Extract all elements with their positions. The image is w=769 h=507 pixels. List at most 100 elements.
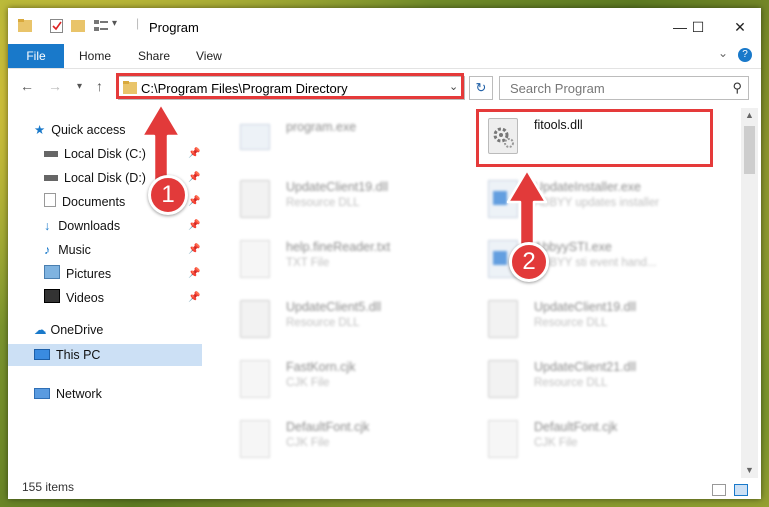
- chevron-down-icon[interactable]: ▾: [112, 18, 117, 29]
- file-item[interactable]: UpdateClient21.dll Resource DLL: [466, 352, 696, 402]
- forward-icon[interactable]: →: [48, 78, 62, 94]
- step-badge-1: 1: [148, 175, 188, 215]
- star-icon: ★: [34, 123, 46, 137]
- address-highlight-box: [116, 73, 464, 99]
- file-type: Resource DLL: [286, 317, 360, 329]
- file-name: UpdateClient19.dll: [286, 180, 389, 194]
- nav-local-disk-d[interactable]: Local Disk (D:): [44, 167, 146, 189]
- nav-pictures[interactable]: Pictures: [44, 263, 111, 285]
- file-name: program.exe: [286, 120, 357, 134]
- pin-icon[interactable]: 📌: [188, 172, 200, 183]
- file-type: Resource DLL: [534, 317, 608, 329]
- nav-documents[interactable]: Documents: [44, 191, 125, 213]
- file-icon: [240, 360, 270, 398]
- explorer-window: ▾ | Program — ☐ ✕ File Home Share View ⌄…: [8, 8, 761, 499]
- nav-local-disk-c[interactable]: Local Disk (C:): [44, 143, 146, 165]
- maximize-button[interactable]: ☐: [678, 14, 718, 40]
- file-item[interactable]: UpdateInstaller.exe ABBYY updates instal…: [466, 172, 696, 222]
- item-count: 155 items: [22, 480, 75, 494]
- back-icon[interactable]: ←: [20, 78, 34, 94]
- pin-icon[interactable]: 📌: [188, 268, 200, 279]
- nav-quick-access[interactable]: ★ Quick access: [34, 119, 126, 141]
- tab-file[interactable]: File: [8, 44, 64, 68]
- file-item[interactable]: UpdateClient5.dll Resource DLL: [218, 292, 448, 342]
- large-icons-view-icon[interactable]: [734, 484, 748, 496]
- file-name: FastKorn.cjk: [286, 360, 356, 374]
- file-item[interactable]: help.fineReader.txt TXT File: [218, 232, 448, 282]
- download-icon: ↓: [44, 219, 51, 233]
- pin-icon[interactable]: 📌: [188, 292, 200, 303]
- file-type: ABBYY updates installer: [534, 197, 660, 209]
- file-highlight-box: [476, 109, 713, 167]
- network-icon: [34, 388, 50, 399]
- file-item[interactable]: FastKorn.cjk CJK File: [218, 352, 448, 402]
- search-input[interactable]: Search Program ⚲: [499, 76, 749, 100]
- file-name: help.fineReader.txt: [286, 240, 391, 254]
- nav-label: This PC: [56, 348, 101, 362]
- status-bar: 155 items: [8, 478, 761, 499]
- up-icon[interactable]: ↑: [96, 78, 103, 94]
- title-separator: |: [136, 16, 140, 30]
- pin-icon[interactable]: 📌: [188, 244, 200, 255]
- new-folder-icon[interactable]: [71, 19, 85, 33]
- scroll-down-icon[interactable]: ▼: [745, 465, 754, 475]
- file-item[interactable]: program.exe: [218, 112, 448, 162]
- scroll-up-icon[interactable]: ▲: [745, 110, 754, 120]
- refresh-icon: ↻: [475, 80, 487, 95]
- nav-label: Quick access: [51, 123, 126, 137]
- details-view-icon[interactable]: [712, 484, 726, 496]
- file-icon: [488, 420, 518, 458]
- file-item[interactable]: DefaultFont.cjk CJK File: [466, 412, 696, 462]
- nav-this-pc[interactable]: This PC: [34, 344, 100, 366]
- nav-label: Music: [58, 243, 91, 257]
- step-badge-2: 2: [509, 242, 549, 282]
- customize-toolbar-icon[interactable]: [94, 19, 110, 33]
- search-icon: ⚲: [732, 80, 742, 95]
- file-type: Resource DLL: [534, 377, 608, 389]
- file-name: DefaultFont.cjk: [534, 420, 618, 434]
- exe-icon: [240, 124, 270, 150]
- file-type: CJK File: [286, 377, 330, 389]
- recent-locations-icon[interactable]: ▾: [77, 81, 82, 92]
- nav-music[interactable]: ♪ Music: [44, 239, 91, 261]
- file-item[interactable]: UpdateClient19.dll Resource DLL: [218, 172, 448, 222]
- file-name: UpdateInstaller.exe: [534, 180, 642, 194]
- ribbon-collapse-icon[interactable]: ⌄: [718, 46, 728, 60]
- file-name: UpdateClient5.dll: [286, 300, 382, 314]
- tab-share[interactable]: Share: [138, 44, 170, 68]
- tab-home[interactable]: Home: [79, 44, 111, 68]
- file-name: UpdateClient19.dll: [534, 300, 637, 314]
- dll-gear-icon: [488, 360, 518, 398]
- file-item[interactable]: AbbyySTI.exe ABBYY sti event hand...: [466, 232, 696, 282]
- scroll-thumb[interactable]: [744, 126, 755, 174]
- nav-downloads[interactable]: ↓ Downloads: [44, 215, 120, 237]
- file-type: TXT File: [286, 257, 330, 269]
- file-type: ABBYY sti event hand...: [534, 257, 657, 269]
- close-button[interactable]: ✕: [720, 14, 760, 40]
- dll-gear-icon: [240, 300, 270, 338]
- refresh-button[interactable]: ↻: [469, 76, 493, 100]
- pin-icon[interactable]: 📌: [188, 148, 200, 159]
- nav-videos[interactable]: Videos: [44, 287, 104, 309]
- tab-view[interactable]: View: [196, 44, 222, 68]
- dll-gear-icon: [488, 300, 518, 338]
- window-title: Program: [149, 20, 199, 35]
- nav-label: Local Disk (D:): [64, 171, 146, 185]
- computer-icon: [34, 349, 50, 360]
- nav-network[interactable]: Network: [34, 383, 102, 405]
- pin-icon[interactable]: 📌: [188, 220, 200, 231]
- help-icon[interactable]: ?: [738, 48, 752, 62]
- folder-icon: [18, 19, 32, 32]
- file-item[interactable]: UpdateClient19.dll Resource DLL: [466, 292, 696, 342]
- nav-onedrive[interactable]: ☁ OneDrive: [34, 319, 103, 341]
- file-item[interactable]: DefaultFont.cjk CJK File: [218, 412, 448, 462]
- properties-icon[interactable]: [50, 19, 64, 33]
- nav-label: OneDrive: [50, 323, 104, 337]
- file-name: UpdateClient21.dll: [534, 360, 637, 374]
- file-icon: [240, 420, 270, 458]
- nav-label: Videos: [66, 291, 104, 305]
- vertical-scrollbar[interactable]: ▲ ▼: [741, 108, 758, 478]
- text-file-icon: [240, 240, 270, 278]
- pin-icon[interactable]: 📌: [188, 196, 200, 207]
- nav-label: Pictures: [66, 267, 112, 281]
